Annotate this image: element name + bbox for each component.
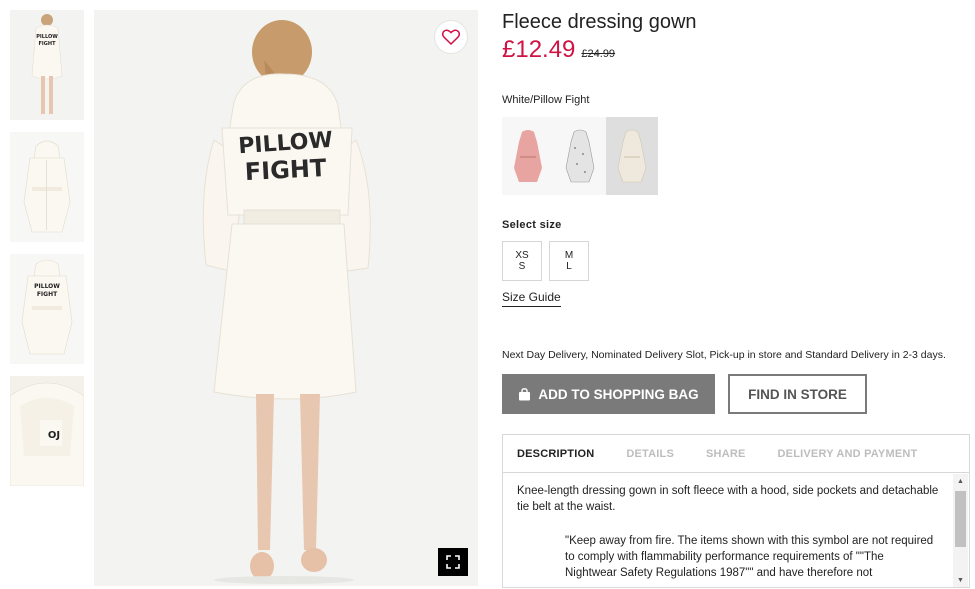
thumbnail-back-view[interactable]: PILLOW FIGHT	[10, 10, 84, 120]
select-size-label: Select size	[502, 219, 562, 231]
description-scrollbar[interactable]: ▲ ▼	[953, 474, 968, 587]
find-in-store-label: FIND IN STORE	[748, 386, 847, 402]
fullscreen-button[interactable]	[438, 548, 468, 576]
main-product-image[interactable]: PILLOW FIGHT	[94, 10, 478, 586]
size-option-line1: XS	[515, 250, 529, 261]
size-option-xs-s[interactable]: XS S	[502, 241, 542, 281]
old-price: £24.99	[581, 48, 616, 60]
product-tabs-panel: DESCRIPTION DETAILS SHARE DELIVERY AND P…	[502, 434, 970, 588]
shopping-bag-icon	[519, 387, 531, 400]
thumbnail-image: PILLOW FIGHT	[10, 254, 84, 364]
add-to-bag-label: ADD TO SHOPPING BAG	[538, 386, 699, 402]
scrollbar-thumb[interactable]	[955, 491, 966, 547]
delivery-info: Next Day Delivery, Nominated Delivery Sl…	[502, 349, 946, 361]
scroll-up-arrow-icon[interactable]: ▲	[953, 474, 968, 488]
swatch-image	[514, 130, 542, 182]
product-info: Fleece dressing gown £12.49 £24.99 White…	[502, 10, 970, 588]
swatch-image	[565, 129, 595, 183]
product-photo: PILLOW FIGHT	[94, 10, 478, 586]
size-option-m-l[interactable]: M L	[549, 241, 589, 281]
thumbnail-detail-view[interactable]: OJ	[10, 376, 84, 486]
description-content: Knee-length dressing gown in soft fleece…	[517, 483, 947, 579]
size-option-line2: L	[566, 261, 572, 272]
product-page: PILLOW FIGHT PILLOW FIGHT OJ PILLOW FIGH…	[0, 0, 975, 589]
swatch-pink[interactable]	[502, 117, 554, 195]
tab-share[interactable]: SHARE	[706, 448, 746, 460]
tab-description[interactable]: DESCRIPTION	[517, 448, 594, 460]
description-paragraph: Knee-length dressing gown in soft fleece…	[517, 485, 939, 513]
size-options: XS S M L	[502, 241, 970, 281]
tab-bar: DESCRIPTION DETAILS SHARE DELIVERY AND P…	[503, 435, 969, 473]
thumbnail-front-view[interactable]	[10, 132, 84, 242]
svg-text:PILLOW: PILLOW	[34, 283, 60, 290]
safety-notice: "Keep away from fire. The items shown wi…	[565, 535, 934, 579]
thumbnail-list: PILLOW FIGHT PILLOW FIGHT OJ	[10, 10, 84, 498]
swatch-white-pillow-fight[interactable]	[606, 117, 658, 195]
fullscreen-icon	[446, 555, 460, 569]
tab-details[interactable]: DETAILS	[626, 448, 674, 460]
product-title: Fleece dressing gown	[502, 11, 697, 33]
thumbnail-image: OJ	[10, 376, 84, 486]
size-option-line2: S	[518, 261, 526, 272]
color-name: White/Pillow Fight	[502, 94, 590, 106]
price-row: £12.49 £24.99	[502, 36, 970, 64]
heart-icon	[442, 29, 460, 45]
size-guide-link[interactable]: Size Guide	[502, 290, 561, 307]
back-print-line2: FIGHT	[244, 154, 327, 186]
thumb-print-line1: PILLOW	[36, 34, 58, 40]
swatch-grey-print[interactable]	[554, 117, 606, 195]
thumbnail-image: PILLOW FIGHT	[10, 10, 84, 120]
favourite-button[interactable]	[434, 20, 468, 54]
thumbnail-image	[10, 132, 84, 242]
thumb-print-line2: FIGHT	[39, 41, 57, 47]
size-option-line1: M	[564, 250, 574, 261]
tab-delivery-and-payment[interactable]: DELIVERY AND PAYMENT	[778, 448, 918, 460]
add-to-bag-button[interactable]: ADD TO SHOPPING BAG	[502, 374, 715, 414]
scroll-down-arrow-icon[interactable]: ▼	[953, 573, 968, 587]
svg-text:FIGHT: FIGHT	[37, 291, 58, 298]
thumbnail-back-flat[interactable]: PILLOW FIGHT	[10, 254, 84, 364]
swatch-image	[617, 129, 647, 183]
action-buttons: ADD TO SHOPPING BAG FIND IN STORE	[502, 374, 970, 414]
color-swatches	[502, 117, 970, 195]
find-in-store-button[interactable]: FIND IN STORE	[728, 374, 867, 414]
svg-text:OJ: OJ	[48, 430, 60, 441]
current-price: £12.49	[502, 36, 576, 63]
